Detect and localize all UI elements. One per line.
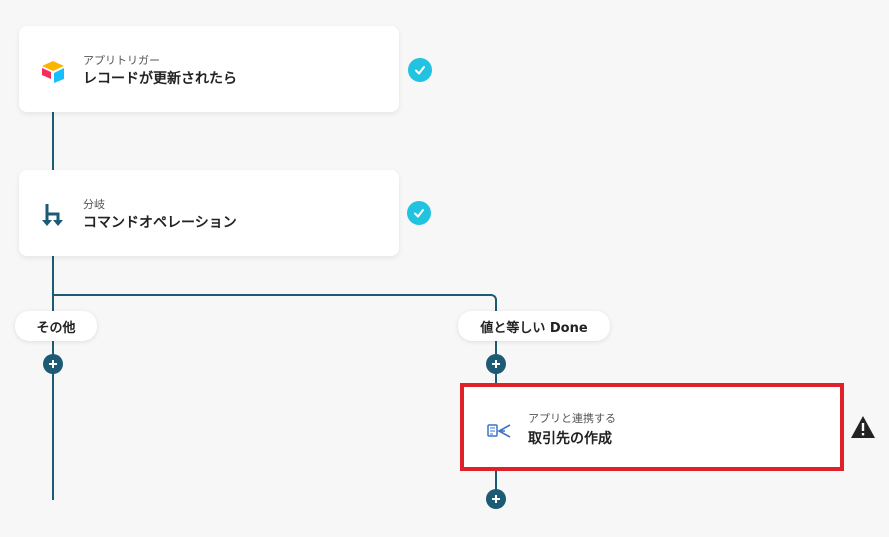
airtable-icon bbox=[39, 57, 67, 85]
plus-icon bbox=[49, 360, 57, 368]
branch-step-subtitle: 分岐 bbox=[83, 198, 105, 211]
action-step-card[interactable]: アプリと連携する 取引先の作成 bbox=[460, 383, 844, 471]
action-step-title: 取引先の作成 bbox=[528, 431, 612, 447]
warning-triangle-icon[interactable] bbox=[850, 415, 876, 443]
trigger-step-title: レコードが更新されたら bbox=[83, 71, 237, 87]
branch-label-equals-done[interactable]: 値と等しい Done bbox=[458, 311, 610, 341]
add-step-button[interactable] bbox=[486, 354, 506, 374]
app-connect-icon bbox=[484, 417, 512, 445]
branch-label-other[interactable]: その他 bbox=[15, 311, 97, 341]
check-icon bbox=[407, 201, 431, 225]
trigger-step-card[interactable]: アプリトリガー レコードが更新されたら bbox=[19, 26, 399, 112]
branch-icon bbox=[39, 201, 67, 229]
branch-step-title: コマンドオペレーション bbox=[83, 215, 237, 231]
add-step-button[interactable] bbox=[43, 354, 63, 374]
plus-icon bbox=[492, 495, 500, 503]
connector-trigger-branch bbox=[52, 112, 54, 170]
connector-branch-down-left bbox=[52, 256, 54, 500]
plus-icon bbox=[492, 360, 500, 368]
check-icon bbox=[408, 58, 432, 82]
trigger-step-subtitle: アプリトリガー bbox=[83, 54, 160, 67]
action-step-subtitle: アプリと連携する bbox=[528, 412, 616, 425]
add-step-button[interactable] bbox=[486, 489, 506, 509]
branch-step-card[interactable]: 分岐 コマンドオペレーション bbox=[19, 170, 399, 256]
connector-branch-horizontal bbox=[52, 294, 492, 296]
